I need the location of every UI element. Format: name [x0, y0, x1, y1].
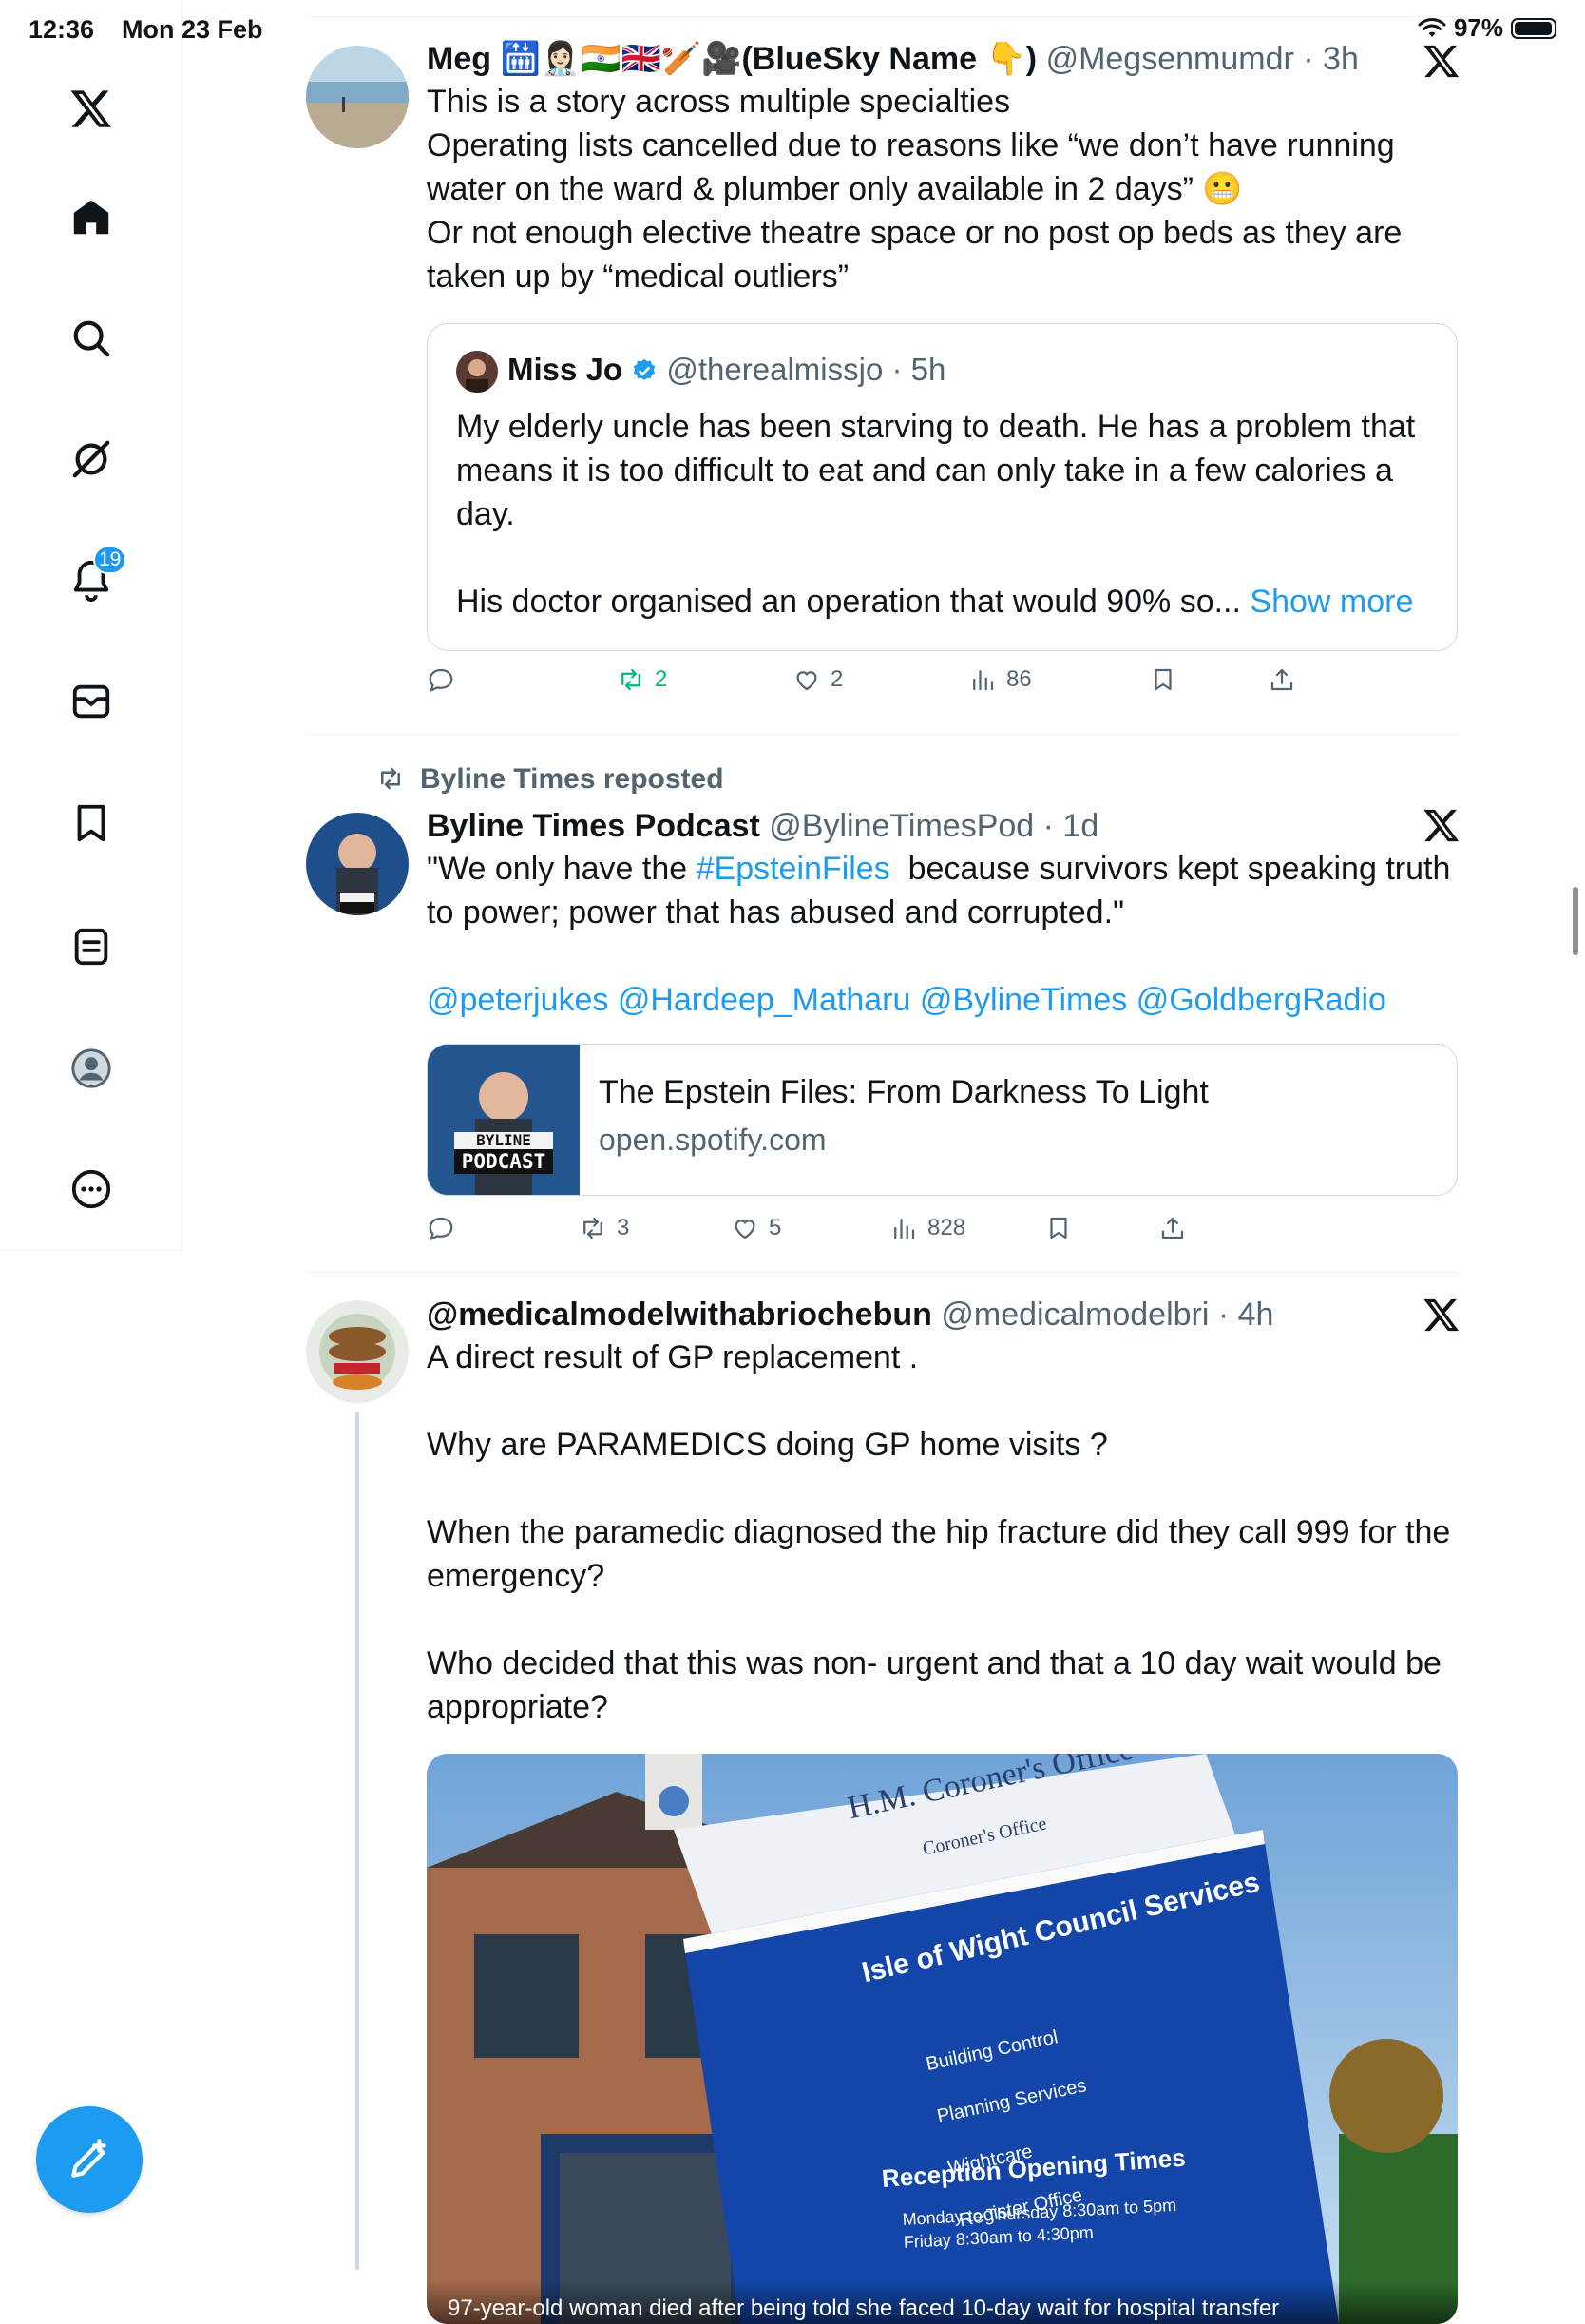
share-icon [1161, 1217, 1184, 1239]
notification-badge: 19 [93, 546, 127, 574]
repost-icon [381, 767, 400, 790]
battery-icon [1511, 17, 1556, 39]
repost-count: 2 [655, 666, 668, 692]
sidebar: 19 [0, 0, 182, 1251]
reply-button[interactable] [427, 1214, 465, 1242]
quote-display-name[interactable]: Miss Jo [507, 352, 622, 387]
avatar[interactable] [306, 1300, 409, 1403]
post-text: "We only have the #EpsteinFiles because … [427, 851, 1460, 931]
search-icon[interactable] [59, 306, 124, 371]
timestamp[interactable]: 3h [1323, 41, 1359, 77]
verified-badge-icon [634, 358, 656, 380]
post-header: Byline Times Podcast @BylineTimesPod · 1… [427, 808, 1099, 844]
post-actions: 3 5 828 [427, 1214, 1458, 1252]
battery-percent: 97% [1453, 13, 1503, 42]
post-actions: 2 2 86 [427, 665, 1458, 703]
x-logo-icon[interactable] [1423, 42, 1461, 80]
views-icon [973, 670, 994, 691]
top-divider [306, 16, 1461, 17]
timestamp[interactable]: 4h [1238, 1296, 1274, 1333]
like-button[interactable]: 2 [792, 665, 843, 694]
hashtag-link[interactable]: #EpsteinFiles [697, 851, 890, 887]
display-name[interactable]: Meg 🛗👩🏻‍⚕️🇮🇳🇬🇧🏏🎥(BlueSky Name 👇) [427, 41, 1037, 77]
handle[interactable]: @medicalmodelbri [941, 1296, 1209, 1333]
repost-count: 3 [617, 1215, 630, 1240]
post-text: A direct result of GP replacement . Why … [427, 1339, 1451, 1725]
quoted-post[interactable]: Miss Jo @therealmissjo · 5h My elderly u… [427, 323, 1458, 651]
avatar[interactable] [306, 46, 409, 148]
compose-post-button[interactable] [36, 2106, 143, 2213]
card-domain: open.spotify.com [599, 1123, 827, 1157]
home-icon[interactable] [59, 185, 124, 250]
post-header: Meg 🛗👩🏻‍⚕️🇮🇳🇬🇧🏏🎥(BlueSky Name 👇) @Megsen… [427, 41, 1359, 77]
heart-icon [735, 1220, 755, 1239]
heart-icon [796, 671, 817, 691]
repost-icon [621, 668, 640, 691]
list-icon[interactable] [59, 914, 124, 979]
repost-button[interactable]: 3 [579, 1214, 629, 1242]
timestamp[interactable]: 1d [1062, 808, 1098, 844]
card-thumbnail: BYLINE PODCAST [428, 1045, 580, 1195]
like-count: 2 [831, 666, 844, 692]
views-icon [894, 1219, 915, 1239]
image-caption: 97-year-old woman died after being told … [448, 2295, 1280, 2321]
repost-button[interactable]: 2 [617, 665, 667, 694]
mail-icon[interactable] [59, 669, 124, 734]
reply-button[interactable] [427, 665, 465, 694]
bookmark-icon [1155, 668, 1172, 691]
card-title: The Epstein Files: From Darkness To Ligh… [599, 1074, 1209, 1110]
repost-icon [583, 1217, 602, 1239]
quote-handle[interactable]: @therealmissjo [666, 352, 883, 387]
repost-context: Byline Times reposted [374, 760, 724, 798]
link-card[interactable]: BYLINE PODCAST The Epstein Files: From D… [427, 1044, 1458, 1196]
avatar[interactable] [306, 813, 409, 915]
compose-icon [71, 2139, 106, 2178]
scroll-indicator[interactable] [1573, 887, 1578, 955]
repost-label[interactable]: Byline Times reposted [420, 763, 724, 795]
views-count: 86 [1006, 666, 1032, 692]
thread-line [355, 1412, 359, 2270]
reply-icon [429, 668, 453, 693]
post-text: This is a story across multiple specialt… [427, 84, 1403, 295]
grok-icon[interactable] [59, 427, 124, 491]
show-more-link[interactable]: Show more [1250, 584, 1413, 620]
like-button[interactable]: 5 [731, 1214, 781, 1242]
wifi-icon [1418, 17, 1446, 37]
like-count: 5 [769, 1215, 782, 1240]
views-button[interactable]: 828 [889, 1214, 965, 1242]
mentions-links[interactable]: @peterjukes @Hardeep_Matharu @BylineTime… [427, 978, 1461, 1022]
share-button[interactable] [1268, 665, 1296, 694]
handle[interactable]: @Megsenmumdr [1046, 41, 1294, 77]
quote-avatar[interactable] [456, 351, 498, 393]
post-image[interactable]: H.M. Coroner's Office Coroner's Office I… [427, 1754, 1458, 2324]
bookmark-icon[interactable] [59, 791, 124, 855]
post-header: @medicalmodelwithabriochebun @medicalmod… [427, 1296, 1274, 1333]
bell-icon[interactable]: 19 [59, 546, 127, 612]
post-divider [306, 734, 1461, 735]
reply-icon [429, 1217, 453, 1241]
views-button[interactable]: 86 [968, 665, 1032, 694]
quote-timestamp[interactable]: 5h [911, 352, 946, 387]
display-name[interactable]: @medicalmodelwithabriochebun [427, 1296, 932, 1333]
x-logo-icon[interactable] [1423, 1296, 1461, 1334]
display-name[interactable]: Byline Times Podcast [427, 808, 760, 844]
bookmark-button[interactable] [1149, 665, 1177, 694]
share-icon [1270, 668, 1293, 691]
profile-icon[interactable] [59, 1036, 124, 1101]
handle[interactable]: @BylineTimesPod [769, 808, 1034, 844]
bookmark-icon [1050, 1217, 1067, 1239]
share-button[interactable] [1158, 1214, 1187, 1242]
more-icon[interactable] [59, 1157, 124, 1221]
views-count: 828 [927, 1215, 966, 1240]
x-logo-icon[interactable] [1423, 806, 1461, 844]
bookmark-button[interactable] [1044, 1214, 1073, 1242]
x-logo-icon[interactable] [59, 76, 124, 141]
post-divider [306, 1272, 1461, 1273]
